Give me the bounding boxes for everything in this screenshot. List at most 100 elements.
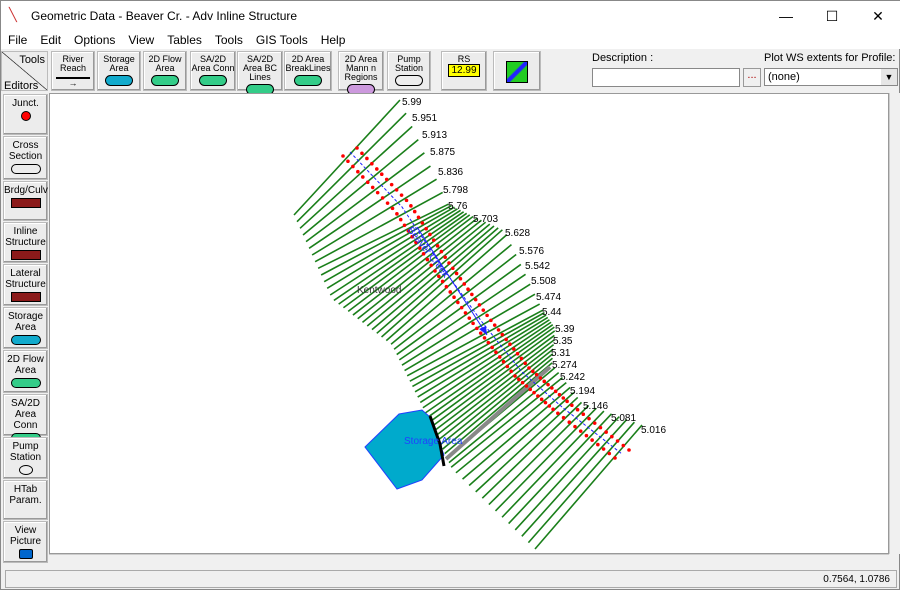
geometry-canvas[interactable]: 5.99 5.951 5.913 5.875 5.836 5.798 5.76 5.703 5.… (49, 93, 889, 554)
bank-station-point[interactable] (439, 249, 444, 254)
toolbar-pump-station-button[interactable]: Pump Station (387, 51, 431, 91)
bank-station-point[interactable] (621, 443, 626, 448)
bank-station-point[interactable] (496, 328, 501, 332)
toolbar-2d-flow-area-button[interactable]: 2D Flow Area (143, 51, 187, 91)
menu-help[interactable]: Help (314, 31, 352, 47)
cross-section-line[interactable] (514, 416, 620, 531)
menu-tables[interactable]: Tables (160, 31, 208, 47)
bank-station-point[interactable] (509, 369, 513, 374)
editor-cross-section-button[interactable]: Cross Section (3, 136, 48, 180)
bank-station-point[interactable] (404, 198, 409, 203)
bank-station-point[interactable] (478, 331, 483, 335)
bank-station-point[interactable] (485, 313, 489, 318)
editor-lateral-structure-button[interactable]: Lateral Structure (3, 264, 48, 306)
bank-station-point[interactable] (471, 321, 475, 326)
bank-station-point[interactable] (492, 323, 497, 327)
bank-station-point[interactable] (452, 295, 456, 299)
editor-sa-2d-area-conn-button[interactable]: SA/2D Area Conn (3, 394, 48, 443)
bank-station-point[interactable] (346, 159, 350, 164)
bank-station-point[interactable] (440, 279, 445, 284)
bank-station-point[interactable] (581, 412, 586, 416)
bank-station-point[interactable] (501, 359, 506, 364)
bank-station-point[interactable] (402, 223, 407, 228)
bank-station-point[interactable] (490, 345, 494, 350)
bank-station-point[interactable] (444, 284, 449, 289)
editor-htab-param-button[interactable]: HTab Param. (3, 480, 48, 520)
bank-station-point[interactable] (462, 282, 467, 286)
bank-station-point[interactable] (551, 407, 555, 412)
bank-station-point[interactable] (494, 350, 498, 354)
bank-station-point[interactable] (539, 397, 544, 402)
bank-station-point[interactable] (384, 177, 389, 182)
menu-file[interactable]: File (1, 31, 33, 47)
bank-station-point[interactable] (519, 356, 524, 361)
editor-inline-structure-button[interactable]: Inline Structure (3, 222, 48, 263)
menu-edit[interactable]: Edit (33, 31, 67, 47)
bank-station-point[interactable] (543, 400, 548, 405)
editor-brdg-culv-button[interactable]: Brdg/Culv (3, 181, 48, 221)
bank-station-point[interactable] (365, 156, 369, 161)
bank-station-point[interactable] (470, 292, 474, 297)
bank-station-point[interactable] (375, 167, 379, 171)
bank-station-point[interactable] (527, 366, 531, 370)
bank-station-point[interactable] (567, 420, 572, 424)
bank-station-point[interactable] (531, 369, 535, 374)
bank-station-point[interactable] (435, 244, 440, 248)
bank-station-point[interactable] (459, 305, 464, 310)
bank-station-point[interactable] (557, 392, 562, 397)
bank-station-point[interactable] (412, 209, 417, 214)
bank-station-point[interactable] (356, 169, 360, 174)
bank-station-point[interactable] (561, 396, 566, 400)
bank-station-point[interactable] (601, 447, 606, 451)
bank-station-point[interactable] (395, 212, 399, 216)
toolbar-map-layers-button[interactable] (493, 51, 541, 91)
chevron-down-icon[interactable]: ▼ (881, 69, 897, 85)
bank-station-point[interactable] (517, 377, 521, 382)
bank-station-point[interactable] (341, 154, 345, 158)
bank-station-point[interactable] (365, 180, 370, 184)
toolbar-river-reach-button[interactable]: River Reach → (51, 51, 95, 91)
bank-station-point[interactable] (607, 451, 612, 456)
bank-station-point[interactable] (355, 146, 359, 150)
bank-station-point[interactable] (456, 300, 460, 305)
bank-station-point[interactable] (375, 190, 380, 195)
toolbar-sa-2d-area-bc-lines-button[interactable]: SA/2D Area BC Lines (237, 51, 283, 95)
bank-station-point[interactable] (528, 387, 533, 392)
editor-view-picture-button[interactable]: View Picture (3, 521, 48, 563)
bank-station-point[interactable] (486, 340, 491, 345)
bank-station-point[interactable] (590, 438, 594, 442)
bank-station-point[interactable] (380, 196, 385, 200)
toolbar-2d-area-mann-n-regions-button[interactable]: 2D Area Mann n Regions (338, 51, 384, 95)
bank-station-point[interactable] (592, 421, 597, 425)
bank-station-point[interactable] (513, 374, 517, 378)
bank-station-point[interactable] (561, 415, 566, 420)
bank-station-point[interactable] (538, 376, 543, 380)
profile-select[interactable]: (none) ▼ (764, 68, 898, 86)
bank-station-point[interactable] (604, 430, 608, 434)
bank-station-point[interactable] (575, 407, 580, 412)
menu-tools[interactable]: Tools (208, 31, 249, 47)
bank-station-point[interactable] (454, 271, 459, 276)
bank-station-point[interactable] (598, 425, 603, 430)
bank-station-point[interactable] (370, 185, 375, 190)
bank-station-point[interactable] (467, 316, 472, 320)
menu-options[interactable]: Options (67, 31, 121, 47)
bank-station-point[interactable] (553, 389, 558, 394)
bank-station-point[interactable] (508, 342, 512, 346)
bank-station-point[interactable] (556, 411, 560, 416)
bank-station-point[interactable] (550, 386, 554, 390)
bank-station-point[interactable] (360, 151, 364, 156)
vertical-scrollbar[interactable] (889, 93, 900, 554)
menu-gis-tools[interactable]: GIS Tools (249, 31, 314, 47)
bank-station-point[interactable] (451, 266, 455, 271)
bank-station-point[interactable] (448, 290, 453, 294)
close-button[interactable]: ✕ (855, 1, 900, 31)
toolbar-2d-area-breaklines-button[interactable]: 2D Area BreakLines (284, 51, 332, 91)
bank-station-point[interactable] (416, 215, 421, 220)
bank-station-point[interactable] (610, 434, 614, 439)
editor-junct-button[interactable]: Junct. (3, 94, 48, 135)
bank-station-point[interactable] (370, 161, 374, 166)
bank-station-point[interactable] (547, 404, 552, 408)
bank-station-point[interactable] (565, 399, 569, 404)
bank-station-point[interactable] (536, 394, 540, 398)
